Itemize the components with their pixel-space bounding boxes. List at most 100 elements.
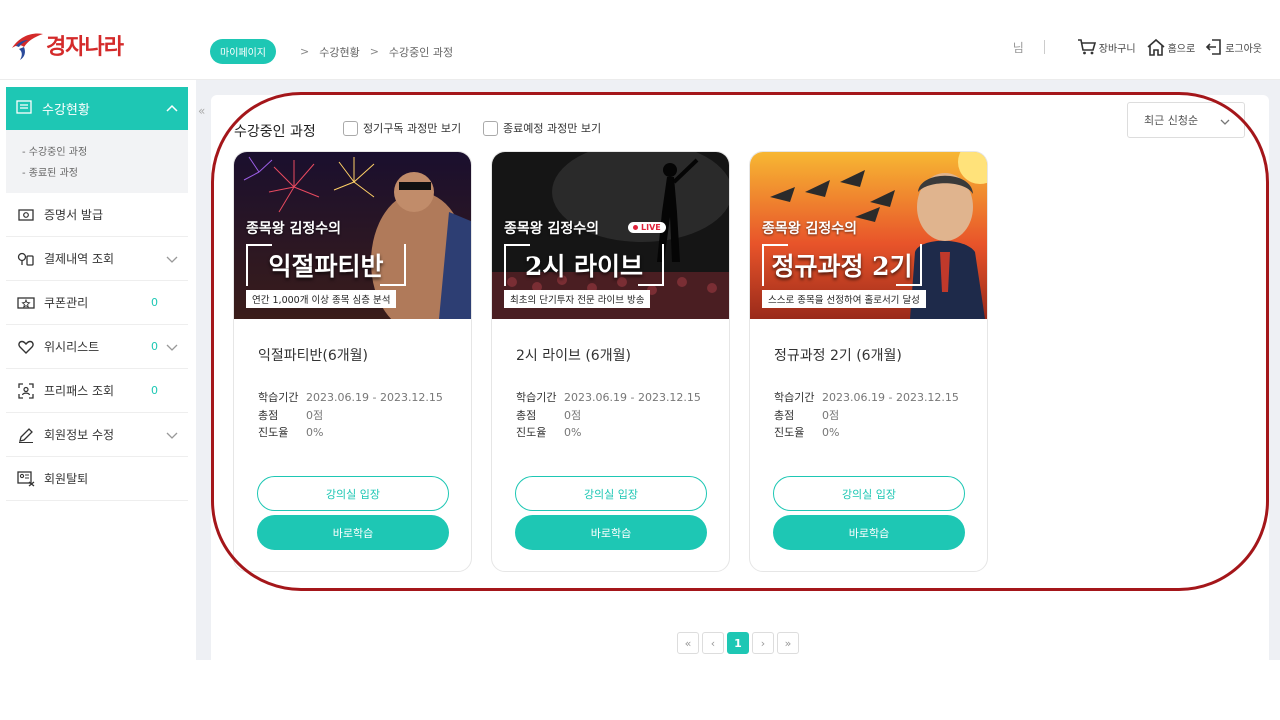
course-title[interactable]: 익절파티반(6개월): [258, 345, 368, 365]
progress-value: 0%: [822, 426, 840, 439]
cart-label: 장바구니: [1098, 43, 1136, 55]
course-title[interactable]: 정규과정 2기 (6개월): [774, 345, 902, 365]
home-label: 홈으로: [1167, 43, 1196, 55]
course-thumbnail[interactable]: 종목왕 김정수의 정규과정 2기 스스로 종목을 선정하여 홀로서기 달성: [750, 152, 987, 319]
sidebar-item-label: 결제내역 조회: [44, 252, 115, 266]
period-value: 2023.06.19 - 2023.12.15: [306, 391, 443, 404]
sidebar-item-wishlist[interactable]: 위시리스트 0: [6, 325, 188, 369]
score-value: 0점: [564, 408, 582, 422]
study-now-button[interactable]: 바로학습: [257, 515, 449, 550]
study-now-button[interactable]: 바로학습: [773, 515, 965, 550]
course-info: 학습기간 2023.06.19 - 2023.12.15 총점 0점 진도율 0%: [774, 389, 959, 442]
cart-link[interactable]: 장바구니: [1077, 38, 1136, 56]
sidebar-item-course-status[interactable]: 수강현황: [6, 87, 188, 130]
checkbox[interactable]: [483, 120, 498, 136]
logo[interactable]: 경자나라: [10, 28, 124, 62]
payment-icon: [16, 251, 36, 267]
sort-select[interactable]: 최근 신청순: [1127, 102, 1245, 138]
coupon-icon: [16, 296, 36, 310]
sidebar-item-label: 회원탈퇴: [44, 472, 89, 486]
chevron-up-icon[interactable]: [166, 101, 178, 116]
thumbnail-title: 정규과정 2기: [762, 244, 922, 286]
course-card: 종목왕 김정수의 정규과정 2기 스스로 종목을 선정하여 홀로서기 달성 정규…: [749, 151, 988, 572]
checkbox[interactable]: [343, 120, 358, 136]
home-icon: [1147, 38, 1165, 56]
enter-classroom-button[interactable]: 강의실 입장: [257, 476, 449, 511]
home-link[interactable]: 홈으로: [1146, 38, 1196, 56]
page-number-button[interactable]: 1: [727, 632, 749, 654]
breadcrumb-item[interactable]: 수강현황: [319, 44, 359, 60]
coupon-count: 0: [151, 296, 158, 309]
submenu-item-in-progress[interactable]: - 수강중인 과정: [22, 142, 188, 163]
course-thumbnail[interactable]: 종목왕 김정수의 LIVE 2시 라이브 최초의 단기투자 전문 라이브 방송: [492, 152, 729, 319]
progress-value: 0%: [306, 426, 324, 439]
progress-label: 진도율: [516, 426, 547, 439]
score-label: 총점: [516, 408, 537, 422]
sort-label: 최근 신청순: [1144, 114, 1199, 127]
sidebar-item-label: 위시리스트: [44, 340, 100, 354]
course-card: 종목왕 김정수의 익절파티반 연간 1,000개 이상 종목 심층 분석 익절파…: [233, 151, 472, 572]
page: 경자나라 마이페이지 > 수강현황 > 수강중인 과정 님 장바구니 홈으로 로…: [0, 0, 1280, 720]
score-value: 0점: [306, 408, 324, 422]
thumbnail-subtitle: 종목왕 김정수의: [762, 221, 858, 237]
filter-subscription-checkbox[interactable]: 정기구독 과정만 보기: [343, 120, 461, 136]
chevron-right-icon: >: [300, 45, 310, 58]
filter-ending-checkbox[interactable]: 종료예정 과정만 보기: [483, 120, 601, 136]
logo-text: 경자나라: [46, 34, 124, 60]
study-now-button[interactable]: 바로학습: [515, 515, 707, 550]
breadcrumb-mypage[interactable]: 마이페이지: [210, 39, 276, 64]
course-info: 학습기간 2023.06.19 - 2023.12.15 총점 0점 진도율 0%: [516, 389, 701, 442]
enter-classroom-button[interactable]: 강의실 입장: [515, 476, 707, 511]
sidebar-item-label: 회원정보 수정: [44, 428, 115, 442]
score-value: 0점: [822, 408, 840, 422]
prev-page-button[interactable]: ‹: [702, 632, 724, 654]
last-page-button[interactable]: »: [777, 632, 799, 654]
chevron-down-icon[interactable]: [166, 253, 178, 267]
section-title: 수강중인 과정: [234, 124, 316, 140]
collapse-sidebar-icon[interactable]: «: [198, 104, 205, 118]
filter-label: 정기구독 과정만 보기: [363, 122, 462, 135]
breadcrumb-item[interactable]: 수강중인 과정: [389, 44, 453, 60]
enter-classroom-button[interactable]: 강의실 입장: [773, 476, 965, 511]
course-info: 학습기간 2023.06.19 - 2023.12.15 총점 0점 진도율 0%: [258, 389, 443, 442]
user-name: 님: [1012, 40, 1024, 55]
sidebar-item-label: 쿠폰관리: [44, 296, 89, 310]
thumbnail-caption: 연간 1,000개 이상 종목 심층 분석: [246, 290, 397, 308]
heart-icon: [16, 340, 36, 354]
freepass-icon: [16, 382, 36, 399]
course-thumbnail[interactable]: 종목왕 김정수의 익절파티반 연간 1,000개 이상 종목 심층 분석: [234, 152, 471, 319]
logout-link[interactable]: 로그아웃: [1205, 38, 1262, 56]
chevron-down-icon[interactable]: [166, 429, 178, 443]
thumbnail-caption: 스스로 종목을 선정하여 홀로서기 달성: [762, 290, 926, 308]
sidebar-item-label: 수강현황: [42, 103, 90, 118]
first-page-button[interactable]: «: [677, 632, 699, 654]
period-value: 2023.06.19 - 2023.12.15: [564, 391, 701, 404]
chevron-down-icon[interactable]: [166, 341, 178, 355]
score-label: 총점: [258, 408, 279, 422]
submenu-item-finished[interactable]: - 종료된 과정: [22, 163, 188, 184]
chevron-right-icon: >: [369, 45, 379, 58]
sidebar-item-withdraw[interactable]: 회원탈퇴: [6, 457, 188, 501]
sidebar-item-certificate[interactable]: 증명서 발급: [6, 193, 188, 237]
top-header: 경자나라 마이페이지 > 수강현황 > 수강중인 과정 님 장바구니 홈으로 로…: [0, 0, 1280, 80]
sidebar-item-freepass[interactable]: 프리패스 조회 0: [6, 369, 188, 413]
cart-icon: [1077, 39, 1096, 55]
thumbnail-subtitle: 종목왕 김정수의: [246, 221, 342, 237]
next-page-button[interactable]: ›: [752, 632, 774, 654]
period-label: 학습기간: [774, 391, 815, 404]
chevron-down-icon: [1220, 116, 1230, 129]
certificate-icon: [16, 208, 36, 222]
breadcrumb: 마이페이지 > 수강현황 > 수강중인 과정: [210, 39, 453, 64]
course-card: 종목왕 김정수의 LIVE 2시 라이브 최초의 단기투자 전문 라이브 방송 …: [491, 151, 730, 572]
sidebar-item-coupon[interactable]: 쿠폰관리 0: [6, 281, 188, 325]
course-title[interactable]: 2시 라이브 (6개월): [516, 345, 631, 365]
sidebar-item-payment[interactable]: 결제내역 조회: [6, 237, 188, 281]
sidebar: 수강현황 - 수강중인 과정 - 종료된 과정 증명서 발급 결제내역 조회 쿠…: [0, 80, 196, 660]
divider: [1043, 40, 1045, 54]
progress-label: 진도율: [774, 426, 805, 439]
sidebar-item-edit-profile[interactable]: 회원정보 수정: [6, 413, 188, 457]
live-dot-icon: [633, 225, 638, 230]
score-label: 총점: [774, 408, 795, 422]
period-value: 2023.06.19 - 2023.12.15: [822, 391, 959, 404]
thumbnail-caption: 최초의 단기투자 전문 라이브 방송: [504, 290, 651, 308]
